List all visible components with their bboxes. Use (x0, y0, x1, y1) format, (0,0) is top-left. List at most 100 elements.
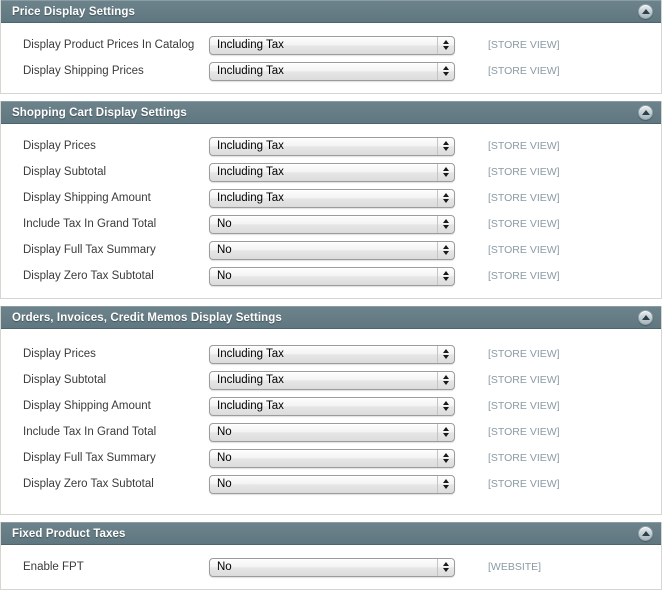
section-header-fixed-product-taxes[interactable]: Fixed Product Taxes (1, 522, 661, 545)
select-dropdown[interactable]: Including Tax (209, 163, 455, 182)
stepper-arrows-icon[interactable] (437, 476, 454, 493)
section-fixed-product-taxes: Fixed Product Taxes Enable FPTNo[WEBSITE] (0, 522, 662, 590)
scope-label: [STORE VIEW] (488, 399, 560, 413)
chevron-up-icon (443, 401, 449, 405)
field-row: Include Tax In Grand TotalNo[STORE VIEW] (1, 421, 661, 443)
scope-label: [STORE VIEW] (488, 269, 560, 283)
select-value: No (210, 268, 437, 285)
select-dropdown[interactable]: Including Tax (209, 62, 455, 81)
section-header-orders-invoices-credit-memos-display-settings[interactable]: Orders, Invoices, Credit Memos Display S… (1, 306, 661, 329)
select-dropdown[interactable]: Including Tax (209, 371, 455, 390)
select-dropdown[interactable]: No (209, 267, 455, 286)
select-dropdown[interactable]: No (209, 449, 455, 468)
stepper-arrows-icon[interactable] (437, 372, 454, 389)
stepper-arrows-icon[interactable] (437, 63, 454, 80)
chevron-up-icon (443, 427, 449, 431)
field-label: Display Prices (23, 347, 209, 361)
select-value: Including Tax (210, 138, 437, 155)
select-value: No (210, 450, 437, 467)
select-value: No (210, 216, 437, 233)
chevron-up-icon (443, 349, 449, 353)
stepper-arrows-icon[interactable] (437, 216, 454, 233)
section-header-price-display-settings[interactable]: Price Display Settings (1, 0, 661, 23)
field-row: Display Zero Tax SubtotalNo [STORE VIEW] (1, 265, 661, 287)
triangle-up-glyph (642, 110, 650, 115)
section-title: Shopping Cart Display Settings (12, 107, 187, 119)
select-dropdown[interactable]: Including Tax (209, 397, 455, 416)
field-row: Display Zero Tax SubtotalNo[STORE VIEW] (1, 473, 661, 495)
stepper-arrows-icon[interactable] (437, 346, 454, 363)
triangle-up-glyph (642, 531, 650, 536)
collapse-up-icon[interactable] (638, 526, 653, 541)
chevron-down-icon (443, 277, 449, 281)
select-value: Including Tax (210, 37, 437, 54)
field-label: Display Product Prices In Catalog (23, 38, 209, 52)
select-value: No (210, 424, 437, 441)
select-dropdown[interactable]: Including Tax (209, 189, 455, 208)
field-label: Display Shipping Prices (23, 64, 209, 78)
select-dropdown[interactable]: Including Tax (209, 345, 455, 364)
stepper-arrows-icon[interactable] (437, 242, 454, 259)
section-title: Fixed Product Taxes (12, 528, 126, 540)
select-dropdown[interactable]: Including Tax (209, 137, 455, 156)
chevron-down-icon (443, 381, 449, 385)
collapse-up-icon[interactable] (638, 105, 653, 120)
stepper-arrows-icon[interactable] (437, 559, 454, 576)
select-dropdown[interactable]: Including Tax (209, 36, 455, 55)
stepper-arrows-icon[interactable] (437, 268, 454, 285)
chevron-down-icon (443, 147, 449, 151)
chevron-down-icon (443, 199, 449, 203)
select-dropdown[interactable]: No (209, 558, 455, 577)
stepper-arrows-icon[interactable] (437, 37, 454, 54)
section-title: Orders, Invoices, Credit Memos Display S… (12, 312, 282, 324)
chevron-down-icon (443, 72, 449, 76)
select-dropdown[interactable]: No (209, 475, 455, 494)
field-row: Display Full Tax SummaryNo[STORE VIEW] (1, 239, 661, 261)
collapse-up-icon[interactable] (638, 4, 653, 19)
scope-label: [STORE VIEW] (488, 243, 560, 257)
field-label: Display Subtotal (23, 373, 209, 387)
section-body-fixed-product-taxes: Enable FPTNo[WEBSITE] (1, 545, 661, 589)
chevron-down-icon (443, 407, 449, 411)
stepper-arrows-icon[interactable] (437, 138, 454, 155)
chevron-up-icon (443, 40, 449, 44)
chevron-down-icon (443, 46, 449, 50)
collapse-up-icon[interactable] (638, 310, 653, 325)
chevron-down-icon (443, 485, 449, 489)
chevron-down-icon (443, 355, 449, 359)
field-label: Display Zero Tax Subtotal (23, 269, 209, 283)
settings-page: Price Display Settings Display Product Pr… (0, 0, 662, 572)
select-dropdown[interactable]: No (209, 215, 455, 234)
stepper-arrows-icon[interactable] (437, 398, 454, 415)
chevron-up-icon (443, 562, 449, 566)
field-label: Display Shipping Amount (23, 191, 209, 205)
chevron-up-icon (443, 479, 449, 483)
field-row: Display Shipping AmountIncluding Tax[STO… (1, 187, 661, 209)
field-label: Display Full Tax Summary (23, 451, 209, 465)
field-row: Include Tax In Grand TotalNo[STORE VIEW] (1, 213, 661, 235)
chevron-up-icon (443, 141, 449, 145)
select-value: No (210, 559, 437, 576)
field-row: Display Full Tax SummaryNo[STORE VIEW] (1, 447, 661, 469)
scope-label: [STORE VIEW] (488, 165, 560, 179)
scope-label: [STORE VIEW] (488, 64, 560, 78)
select-value: No (210, 476, 437, 493)
stepper-arrows-icon[interactable] (437, 164, 454, 181)
chevron-up-icon (443, 245, 449, 249)
field-row: Display Shipping AmountIncluding Tax[STO… (1, 395, 661, 417)
stepper-arrows-icon[interactable] (437, 450, 454, 467)
chevron-up-icon (443, 193, 449, 197)
scope-label: [STORE VIEW] (488, 373, 560, 387)
stepper-arrows-icon[interactable] (437, 190, 454, 207)
select-dropdown[interactable]: No (209, 423, 455, 442)
triangle-up-glyph (642, 9, 650, 14)
chevron-down-icon (443, 225, 449, 229)
chevron-up-icon (443, 375, 449, 379)
select-dropdown[interactable]: No (209, 241, 455, 260)
triangle-up-glyph (642, 315, 650, 320)
chevron-up-icon (443, 219, 449, 223)
field-row: Display Shipping PricesIncluding Tax [STO… (1, 60, 661, 82)
field-label: Display Subtotal (23, 165, 209, 179)
section-header-shopping-cart-display-settings[interactable]: Shopping Cart Display Settings (1, 101, 661, 124)
stepper-arrows-icon[interactable] (437, 424, 454, 441)
